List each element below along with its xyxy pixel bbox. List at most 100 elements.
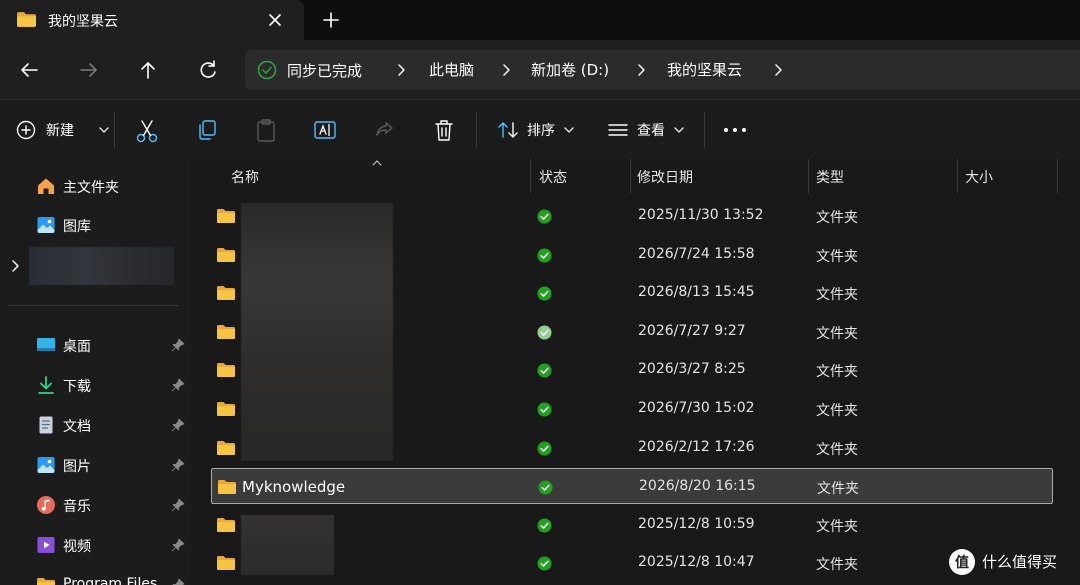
pin-icon[interactable] [171, 338, 185, 352]
column-divider[interactable] [957, 159, 958, 193]
pictures-icon [37, 457, 55, 473]
pin-icon[interactable] [171, 578, 185, 585]
folder-icon [217, 248, 235, 262]
breadcrumb-this-pc[interactable]: 此电脑 [429, 59, 474, 80]
redacted-account-item[interactable] [29, 247, 174, 285]
pin-icon[interactable] [171, 378, 185, 392]
column-modified[interactable]: 修改日期 [637, 167, 693, 187]
column-size[interactable]: 大小 [965, 167, 993, 187]
video-icon [37, 537, 55, 553]
tab-strip: 我的坚果云 [0, 0, 1080, 40]
plus-circle-icon [16, 120, 36, 140]
table-row[interactable]: 2025/12/8 10:47 文件夹 [211, 545, 1053, 581]
pin-icon[interactable] [171, 538, 185, 552]
gallery-icon [37, 217, 55, 233]
table-row[interactable]: 2025/12/8 10:59 文件夹 [211, 507, 1053, 543]
tab-current[interactable]: 我的坚果云 [0, 0, 304, 40]
download-icon [38, 376, 54, 394]
sync-status-icon [538, 480, 553, 495]
address-bar[interactable]: 同步已完成 此电脑 新加卷 (D:) 我的坚果云 [245, 50, 1080, 90]
paste-icon[interactable] [254, 115, 278, 145]
chevron-right-icon[interactable] [9, 259, 21, 273]
sync-status-icon [537, 286, 552, 301]
view-button-label: 查看 [637, 123, 665, 139]
file-modified-date: 2026/3/27 8:25 [638, 361, 746, 377]
sidebar-item-desktop[interactable]: 桌面 [0, 328, 191, 362]
file-type: 文件夹 [816, 210, 858, 226]
file-modified-date: 2025/12/8 10:47 [638, 554, 755, 570]
chevron-right-icon[interactable] [396, 60, 408, 80]
folder-icon [217, 441, 235, 455]
sort-icon [498, 122, 518, 138]
file-type: 文件夹 [817, 481, 859, 497]
back-arrow-icon[interactable] [15, 56, 43, 84]
sidebar-item-program-files[interactable]: Program Files [0, 568, 191, 585]
refresh-icon[interactable] [194, 56, 222, 84]
column-type[interactable]: 类型 [816, 167, 844, 187]
sidebar-item-documents[interactable]: 文档 [0, 408, 191, 442]
share-icon[interactable] [372, 115, 396, 145]
folder-icon [217, 402, 235, 416]
redacted-names [241, 515, 334, 575]
new-tab-icon[interactable] [318, 7, 344, 33]
file-type: 文件夹 [816, 287, 858, 303]
delete-icon[interactable] [432, 115, 456, 145]
sync-status-label: 同步已完成 [287, 62, 363, 80]
view-list-icon [608, 124, 628, 136]
tab-title: 我的坚果云 [48, 14, 118, 30]
file-modified-date: 2026/8/20 16:15 [639, 478, 756, 494]
chevron-down-icon [674, 127, 684, 133]
sidebar-item-label: 音乐 [63, 499, 91, 515]
copy-icon[interactable] [195, 115, 219, 145]
sidebar-item-home[interactable]: 主文件夹 [0, 169, 191, 203]
sync-status-icon [537, 248, 552, 263]
breadcrumb-current-folder[interactable]: 我的坚果云 [667, 59, 742, 80]
toolbar-divider [476, 112, 477, 148]
pin-icon[interactable] [171, 418, 185, 432]
view-button[interactable]: 查看 [607, 115, 687, 145]
folder-icon [218, 480, 236, 494]
sidebar-item-label: 文档 [63, 419, 91, 435]
sidebar-item-music[interactable]: 音乐 [0, 488, 191, 522]
music-icon [37, 496, 55, 514]
column-divider[interactable] [1057, 159, 1058, 193]
column-status[interactable]: 状态 [539, 167, 567, 187]
sidebar-item-label: 下载 [63, 379, 91, 395]
column-divider[interactable] [808, 159, 809, 193]
chevron-right-icon[interactable] [636, 60, 648, 80]
chevron-right-icon[interactable] [773, 60, 785, 80]
desktop-icon [37, 338, 55, 351]
table-row[interactable]: Myknowledge 2026/8/20 16:15 文件夹 [211, 468, 1053, 504]
new-button[interactable]: 新建 [16, 115, 109, 145]
sidebar-item-downloads[interactable]: 下载 [0, 368, 191, 402]
folder-icon [217, 325, 235, 339]
column-divider[interactable] [630, 159, 631, 193]
navigation-pane: 主文件夹 图库 桌面 下载 文档 图片 音乐 视频 Program Files [0, 159, 191, 585]
folder-icon [217, 518, 235, 532]
up-arrow-icon[interactable] [134, 56, 162, 84]
file-type: 文件夹 [816, 403, 858, 419]
rename-icon[interactable] [313, 115, 337, 145]
close-icon[interactable] [262, 7, 288, 33]
pin-icon[interactable] [171, 458, 185, 472]
chevron-right-icon[interactable] [501, 60, 513, 80]
pin-icon[interactable] [171, 498, 185, 512]
sidebar-item-gallery[interactable]: 图库 [0, 208, 191, 242]
cut-icon[interactable] [135, 115, 159, 145]
breadcrumb-volume-d[interactable]: 新加卷 (D:) [531, 59, 609, 80]
sidebar-item-pictures[interactable]: 图片 [0, 448, 191, 482]
forward-arrow-icon[interactable] [75, 56, 103, 84]
sort-button[interactable]: 排序 [497, 115, 577, 145]
new-button-label: 新建 [46, 123, 74, 139]
file-list: 名称 状态 修改日期 类型 大小 2025/11/30 13:52 文件夹 2026… [191, 159, 1080, 585]
more-options-icon[interactable] [722, 115, 748, 145]
file-modified-date: 2025/12/8 10:59 [638, 516, 755, 532]
document-icon [39, 416, 53, 434]
sidebar-item-videos[interactable]: 视频 [0, 528, 191, 562]
column-name[interactable]: 名称 [231, 167, 259, 187]
navigation-bar: 同步已完成 此电脑 新加卷 (D:) 我的坚果云 [0, 40, 1080, 100]
sidebar-item-label: 视频 [63, 539, 91, 555]
sidebar-item-label: 桌面 [63, 339, 91, 355]
sidebar-item-label: Program Files [63, 576, 158, 585]
column-divider[interactable] [530, 159, 531, 193]
